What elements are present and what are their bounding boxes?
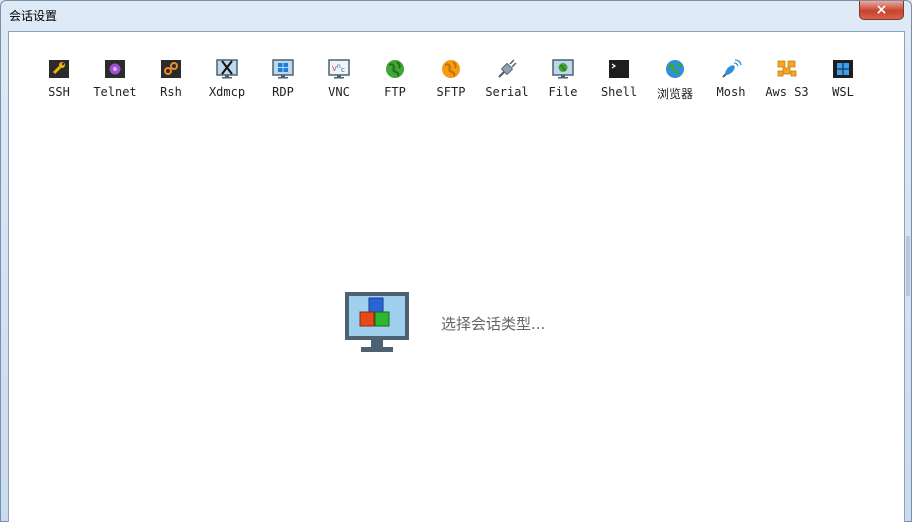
sftp-globe-icon	[442, 60, 460, 78]
session-type-sftp[interactable]: SFTP	[423, 56, 479, 106]
session-type-label: Xdmcp	[208, 85, 246, 99]
session-type-file[interactable]: File	[535, 56, 591, 106]
shell-terminal-icon	[609, 60, 629, 78]
telnet-icon	[105, 60, 125, 78]
session-type-label: Mosh	[716, 85, 746, 99]
session-type-wsl[interactable]: WSL	[815, 56, 871, 106]
session-type-label: RDP	[272, 85, 294, 99]
session-type-aws-s3[interactable]: Aws S3	[759, 56, 815, 106]
session-panel: SSH Telnet Rsh Xdmcp RDP V n c VNC FTP S…	[8, 31, 905, 522]
session-type-ssh[interactable]: SSH	[31, 56, 87, 106]
session-type-xdmcp[interactable]: Xdmcp	[199, 56, 255, 106]
window-title: 会话设置	[9, 9, 58, 23]
close-button[interactable]: ×	[859, 1, 904, 20]
ftp-globe-icon	[386, 60, 404, 78]
window-edge-accent	[906, 236, 910, 296]
rdp-icon	[272, 59, 294, 79]
session-settings-window: 会话设置 × SSH Telnet Rsh Xdmcp RDP V n c VN…	[0, 0, 912, 522]
session-type-label: SFTP	[436, 85, 466, 99]
session-type-mosh[interactable]: Mosh	[703, 56, 759, 106]
close-icon: ×	[875, 2, 888, 18]
session-type-label: SSH	[48, 85, 70, 99]
session-type-vnc[interactable]: V n c VNC	[311, 56, 367, 106]
select-session-type-hint: 选择会话类型...	[441, 315, 546, 333]
session-type-label: 浏览器	[656, 87, 693, 101]
session-type-rsh[interactable]: Rsh	[143, 56, 199, 106]
session-type-serial[interactable]: Serial	[479, 56, 535, 106]
title-bar[interactable]: 会话设置 ×	[1, 1, 911, 29]
serial-plug-icon	[498, 59, 517, 78]
session-type-browser[interactable]: 浏览器	[647, 56, 703, 106]
session-type-label: Telnet	[93, 85, 137, 99]
session-type-toolbar: SSH Telnet Rsh Xdmcp RDP V n c VNC FTP S…	[31, 56, 891, 106]
vnc-icon: V n c	[328, 59, 350, 79]
session-type-label: Serial	[485, 85, 529, 99]
aws-s3-icon	[777, 60, 797, 77]
empty-state: 选择会话类型...	[344, 290, 644, 360]
session-type-label: Shell	[600, 85, 638, 99]
xdmcp-icon	[216, 59, 238, 79]
browser-globe-icon	[666, 60, 684, 78]
mosh-satellite-icon	[722, 59, 742, 78]
svg-text:c: c	[341, 66, 345, 74]
session-type-label: FTP	[384, 85, 406, 99]
session-type-ftp[interactable]: FTP	[367, 56, 423, 106]
session-type-label: WSL	[832, 85, 854, 99]
wrench-icon	[49, 60, 69, 78]
file-monitor-icon	[552, 59, 574, 79]
session-type-label: VNC	[328, 85, 350, 99]
rsh-icon	[161, 60, 181, 78]
session-type-label: Rsh	[160, 85, 182, 99]
session-type-telnet[interactable]: Telnet	[87, 56, 143, 106]
wsl-windows-icon	[833, 60, 853, 78]
session-type-label: File	[548, 85, 578, 99]
session-type-rdp[interactable]: RDP	[255, 56, 311, 106]
session-type-shell[interactable]: Shell	[591, 56, 647, 106]
session-type-label: Aws S3	[765, 85, 809, 99]
session-monitor-icon	[345, 292, 409, 352]
